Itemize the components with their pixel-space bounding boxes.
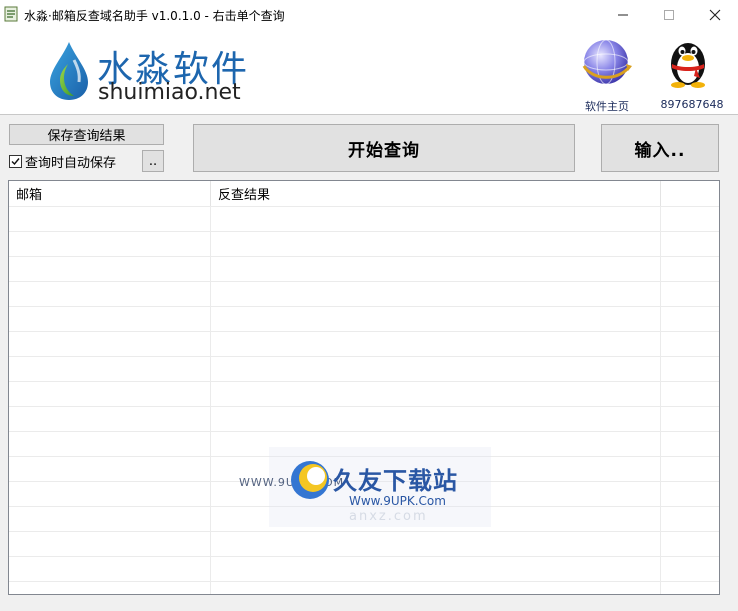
minimize-button[interactable] <box>600 0 646 30</box>
maximize-icon <box>664 10 674 20</box>
table-cell <box>660 457 719 481</box>
table-cell <box>210 282 660 306</box>
table-cell <box>660 282 719 306</box>
table-cell <box>210 207 660 231</box>
table-header: 邮箱 反查结果 <box>9 181 719 206</box>
table-row[interactable] <box>9 206 719 231</box>
table-cell <box>660 332 719 356</box>
qq-contact-link[interactable]: 897687648 <box>654 34 730 114</box>
column-header-extra[interactable] <box>660 181 719 206</box>
table-row[interactable] <box>9 381 719 406</box>
table-cell <box>660 207 719 231</box>
header-banner: 水淼软件 shuimiao.net 软件主页 897687648 <box>0 30 738 115</box>
table-cell <box>210 357 660 381</box>
table-cell <box>660 257 719 281</box>
table-cell <box>660 232 719 256</box>
watermark-url: Www.9UPK.Com <box>349 494 446 508</box>
close-button[interactable] <box>692 0 738 30</box>
close-icon <box>709 9 721 21</box>
input-button[interactable]: 输入.. <box>601 124 719 172</box>
qq-number-label: 897687648 <box>660 98 724 111</box>
table-row[interactable] <box>9 281 719 306</box>
watermark: WWW.9UPK.COM 久友下载站 Www.9UPK.Com anxz.com <box>239 441 499 531</box>
water-drop-logo-icon <box>50 42 88 100</box>
title-bar: 水淼·邮箱反查域名助手 v1.0.1.0 - 右击单个查询 <box>0 0 738 30</box>
checkmark-icon <box>11 158 20 166</box>
table-cell <box>660 382 719 406</box>
globe-icon <box>582 39 632 85</box>
homepage-label: 软件主页 <box>585 100 629 113</box>
watermark-ghost-text: anxz.com <box>349 509 428 524</box>
checkbox-box[interactable] <box>9 155 22 168</box>
column-header-result[interactable]: 反查结果 <box>210 181 660 206</box>
table-cell <box>660 307 719 331</box>
table-cell <box>660 582 719 594</box>
table-cell <box>210 332 660 356</box>
table-cell <box>660 357 719 381</box>
start-query-button[interactable]: 开始查询 <box>193 124 575 172</box>
table-row[interactable] <box>9 356 719 381</box>
table-cell <box>210 257 660 281</box>
table-cell <box>660 532 719 556</box>
table-cell <box>660 557 719 581</box>
auto-save-label: 查询时自动保存 <box>25 156 117 171</box>
table-cell <box>660 432 719 456</box>
table-cell <box>210 557 660 581</box>
watermark-title: 久友下载站 <box>333 467 458 495</box>
table-cell <box>660 507 719 531</box>
window-title: 水淼·邮箱反查域名助手 v1.0.1.0 - 右击单个查询 <box>24 9 285 23</box>
table-cell <box>660 482 719 506</box>
brand-name-en: shuimiao.net <box>98 80 241 105</box>
table-cell <box>210 307 660 331</box>
table-row[interactable] <box>9 331 719 356</box>
minimize-icon <box>618 14 628 16</box>
auto-save-checkbox[interactable]: 查询时自动保存 <box>9 152 116 171</box>
table-row[interactable] <box>9 531 719 556</box>
table-cell <box>210 232 660 256</box>
table-row[interactable] <box>9 556 719 581</box>
maximize-button[interactable] <box>646 0 692 30</box>
qq-penguin-icon <box>671 43 705 88</box>
table-row[interactable] <box>9 256 719 281</box>
results-table[interactable]: 邮箱 反查结果 WWW.9UPK.COM 久友下载站 Www.9UPK.Com … <box>8 180 720 595</box>
table-cell <box>210 407 660 431</box>
table-cell <box>210 532 660 556</box>
table-row[interactable] <box>9 231 719 256</box>
table-cell <box>210 582 660 594</box>
table-row[interactable] <box>9 406 719 431</box>
app-icon <box>3 6 19 22</box>
homepage-link[interactable]: 软件主页 <box>572 36 642 116</box>
table-cell <box>660 407 719 431</box>
save-results-button[interactable]: 保存查询结果 <box>9 124 164 145</box>
watermark-logo-icon <box>291 461 329 499</box>
table-cell <box>210 382 660 406</box>
column-header-email[interactable]: 邮箱 <box>9 181 210 206</box>
table-row[interactable] <box>9 306 719 331</box>
browse-button[interactable]: .. <box>142 150 164 172</box>
table-row[interactable] <box>9 581 719 594</box>
